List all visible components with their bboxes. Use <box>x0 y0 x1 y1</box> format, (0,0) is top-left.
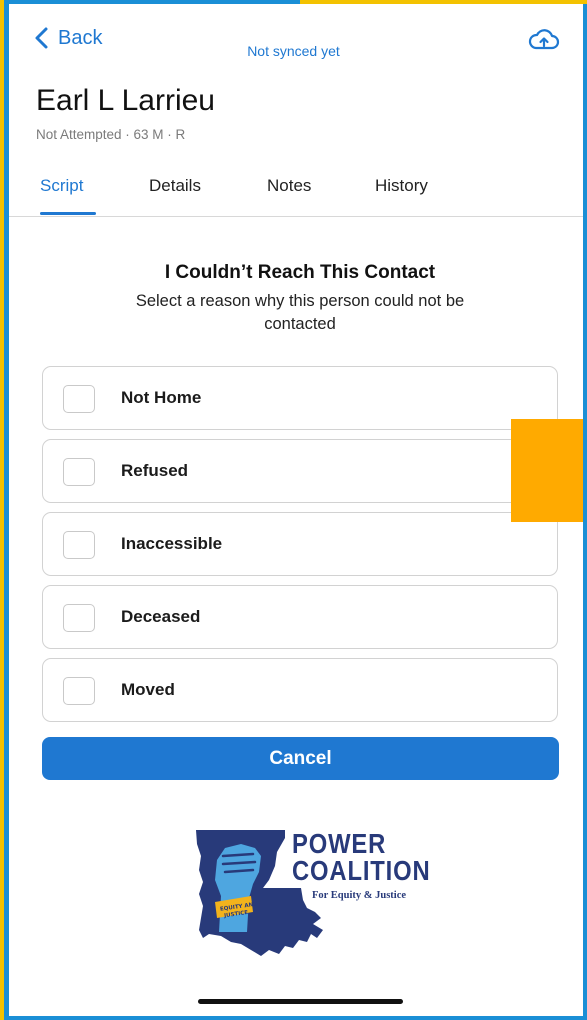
contact-name: Earl L Larrieu <box>36 84 215 117</box>
tab-details[interactable]: Details <box>149 176 201 196</box>
contact-meta: Not Attempted · 63 M · R <box>36 127 186 142</box>
checkbox[interactable] <box>63 677 95 705</box>
frame-accent-top <box>300 0 587 4</box>
tab-history[interactable]: History <box>375 176 428 196</box>
logo-line-3: For Equity & Justice <box>312 890 407 901</box>
tab-script[interactable]: Script <box>40 176 83 196</box>
dialog-subtitle: Select a reason why this person could no… <box>135 292 465 333</box>
active-tab-indicator <box>40 212 96 215</box>
cloud-upload-icon[interactable] <box>528 28 560 52</box>
reason-option-moved[interactable]: Moved <box>42 658 558 722</box>
dialog-title: I Couldn’t Reach This Contact <box>164 262 436 283</box>
tab-notes[interactable]: Notes <box>267 176 311 196</box>
navigation-bar: Back Not synced yet <box>0 0 587 70</box>
option-label: Inaccessible <box>121 534 223 553</box>
overlay-block <box>511 419 587 522</box>
option-label: Refused <box>121 461 189 480</box>
reason-option-inaccessible[interactable]: Inaccessible <box>42 512 558 576</box>
cancel-button[interactable]: Cancel <box>42 737 559 780</box>
tab-bar: Script Details Notes History <box>0 170 587 217</box>
reason-option-deceased[interactable]: Deceased <box>42 585 558 649</box>
checkbox[interactable] <box>63 458 95 486</box>
option-label: Not Home <box>121 388 202 407</box>
logo-line-2: COALITION <box>292 855 431 886</box>
checkbox[interactable] <box>63 604 95 632</box>
reason-option-refused[interactable]: Refused <box>42 439 558 503</box>
checkbox[interactable] <box>63 385 95 413</box>
frame-accent-left-inner <box>4 0 9 1020</box>
option-label: Deceased <box>121 607 201 626</box>
option-label: Moved <box>121 680 175 699</box>
home-indicator[interactable] <box>198 999 403 1004</box>
reason-option-not-home[interactable]: Not Home <box>42 366 558 430</box>
sync-status: Not synced yet <box>247 43 340 59</box>
logo-line-1: POWER <box>292 828 387 859</box>
checkbox[interactable] <box>63 531 95 559</box>
